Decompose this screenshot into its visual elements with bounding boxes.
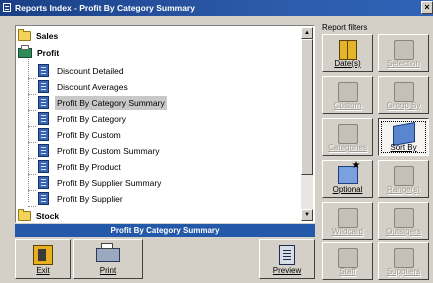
tree-item-profit-by-custom[interactable]: Profit By Custom: [38, 128, 123, 142]
sort-icon: [392, 122, 415, 146]
custom-icon: [337, 82, 358, 102]
close-button[interactable]: ×: [421, 1, 433, 14]
report-icon: [38, 128, 49, 141]
open-folder-icon: [18, 45, 32, 58]
tree-item-profit-by-supplier[interactable]: Profit By Supplier: [38, 192, 125, 206]
selection-filter-button[interactable]: Selection: [378, 34, 429, 72]
report-icon: [38, 64, 49, 77]
folder-icon: [18, 209, 31, 221]
window-menu-icon[interactable]: [3, 3, 11, 12]
title-bar: Reports Index - Profit By Category Summa…: [0, 0, 433, 16]
sort-by-filter-button[interactable]: Sort By: [378, 118, 429, 156]
custom-filter-button[interactable]: Custom: [322, 76, 373, 114]
preview-button[interactable]: Preview: [259, 239, 315, 279]
tree-scrollbar[interactable]: ▲ ▼: [301, 27, 313, 221]
report-tree: Sales Profit Discount Detailed Discount …: [15, 25, 315, 223]
staff-icon: [337, 248, 358, 268]
categories-filter-button[interactable]: Categories: [322, 118, 373, 156]
scroll-thumb[interactable]: [301, 39, 313, 175]
window-title: Reports Index - Profit By Category Summa…: [15, 3, 195, 13]
suppliers-filter-button[interactable]: Suppliers: [378, 242, 429, 280]
wildcard-filter-button[interactable]: Wildcard: [322, 202, 373, 240]
scroll-down-button[interactable]: ▼: [301, 209, 313, 221]
preview-icon: [279, 245, 295, 265]
optional-star-icon: [337, 160, 360, 184]
tree-category-sales[interactable]: Sales: [18, 29, 60, 43]
group-icon: [393, 82, 414, 102]
report-icon: [38, 176, 49, 189]
selection-icon: [393, 40, 414, 60]
wildcard-icon: [337, 208, 358, 228]
staff-filter-button[interactable]: Staff: [322, 242, 373, 280]
dates-filter-button[interactable]: Date(s): [322, 34, 373, 72]
calendar-book-icon: [338, 40, 357, 60]
report-icon: [38, 80, 49, 93]
report-icon: [38, 160, 49, 173]
group-by-filter-button[interactable]: Group By: [378, 76, 429, 114]
tree-item-discount-averages[interactable]: Discount Averages: [38, 80, 130, 94]
tree-item-profit-by-category[interactable]: Profit By Category: [38, 112, 128, 126]
tree-item-profit-by-category-summary[interactable]: Profit By Category Summary: [38, 96, 167, 110]
report-icon: [38, 144, 49, 157]
report-icon: [38, 192, 49, 205]
customers-icon: [393, 208, 414, 228]
tree-item-profit-by-custom-summary[interactable]: Profit By Custom Summary: [38, 144, 162, 158]
tree-category-profit[interactable]: Profit: [18, 45, 61, 60]
exit-button[interactable]: Exit: [15, 239, 71, 279]
tree-category-stock[interactable]: Stock: [18, 209, 61, 222]
customers-filter-button[interactable]: Outstgers: [378, 202, 429, 240]
report-icon: [38, 112, 49, 125]
current-report-bar: Profit By Category Summary: [15, 224, 315, 237]
printer-icon: [96, 243, 120, 262]
exit-door-icon: [33, 245, 53, 265]
ranges-filter-button[interactable]: Range(s): [378, 160, 429, 198]
tree-item-profit-by-product[interactable]: Profit By Product: [38, 160, 123, 174]
report-filters-label: Report filters: [322, 23, 368, 32]
tree-item-profit-by-supplier-summary[interactable]: Profit By Supplier Summary: [38, 176, 163, 190]
folder-icon: [18, 29, 31, 41]
optional-filter-button[interactable]: Optional: [322, 160, 373, 198]
suppliers-icon: [393, 248, 414, 268]
range-icon: [393, 166, 414, 186]
tree-item-discount-detailed[interactable]: Discount Detailed: [38, 64, 126, 78]
report-icon: [38, 96, 49, 109]
categories-icon: [337, 124, 358, 144]
print-button[interactable]: Print: [73, 239, 143, 279]
scroll-up-button[interactable]: ▲: [301, 27, 313, 39]
